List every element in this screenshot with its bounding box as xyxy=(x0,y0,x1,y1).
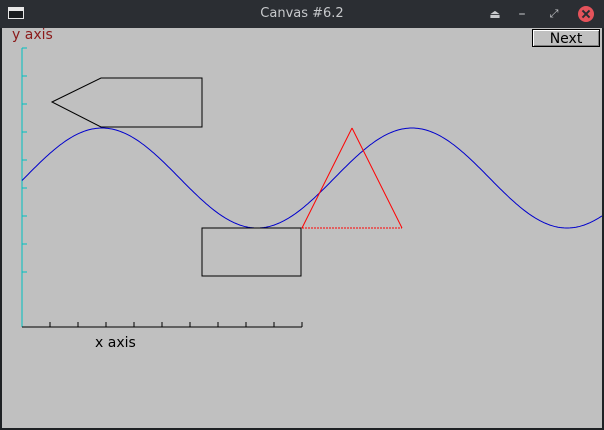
y-axis-label: y axis xyxy=(12,28,53,43)
x-axis-ticks xyxy=(49,322,303,327)
eject-icon[interactable]: ⏏ xyxy=(486,5,504,23)
rectangle-shape xyxy=(201,227,302,277)
app-window: Canvas #6.2 ⏏ – ⤢ y axis x axis Next xyxy=(0,0,604,430)
restore-icon[interactable]: ⤢ xyxy=(545,5,563,23)
x-axis-label: x axis xyxy=(95,335,136,351)
triangle-right-edge xyxy=(351,127,403,229)
next-button[interactable]: Next xyxy=(532,29,600,47)
y-axis-ticks xyxy=(22,47,27,273)
canvas-graphics xyxy=(21,47,602,328)
drawing-canvas[interactable]: y axis x axis Next xyxy=(2,28,602,428)
close-icon[interactable] xyxy=(578,6,594,22)
title-bar[interactable]: Canvas #6.2 ⏏ – ⤢ xyxy=(0,0,604,29)
arrow-pentagon xyxy=(50,77,203,128)
triangle-left-edge xyxy=(301,127,353,229)
minimize-icon[interactable]: – xyxy=(513,5,531,23)
sine-wave xyxy=(21,127,602,229)
